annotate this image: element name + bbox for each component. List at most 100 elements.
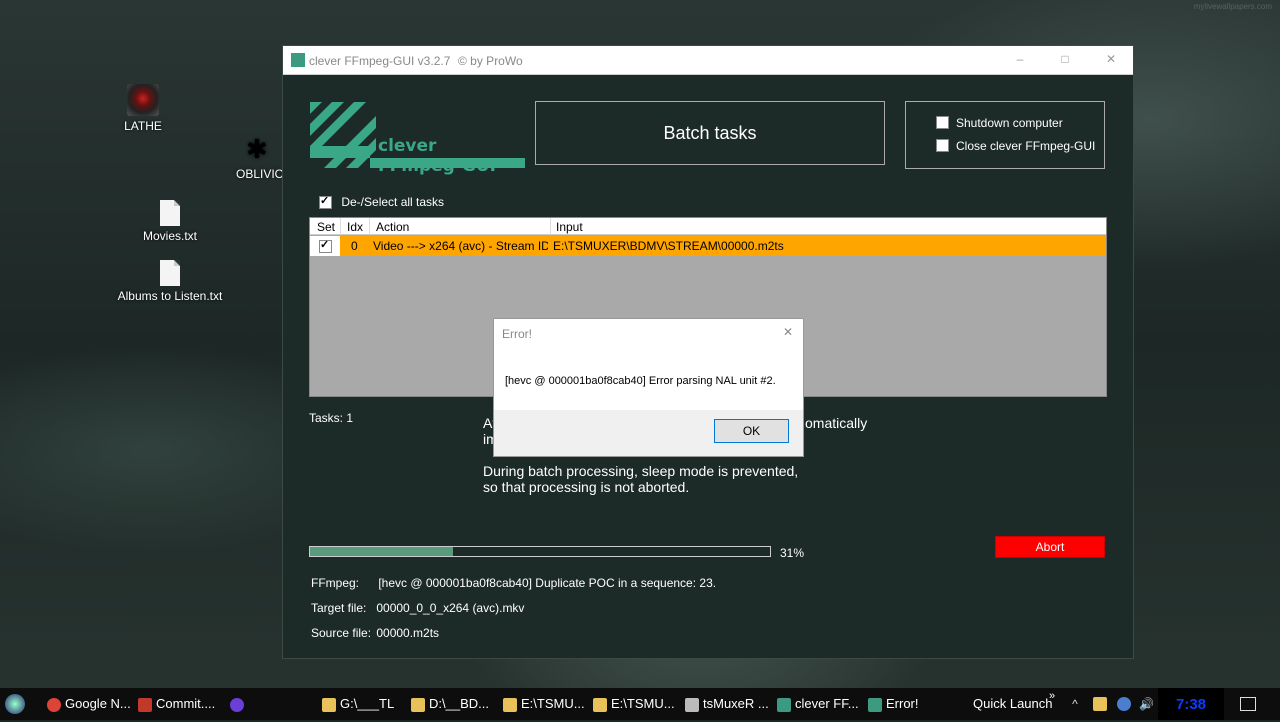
ok-button[interactable]: OK [714, 419, 789, 443]
taskbar-item[interactable]: clever FF... [777, 688, 859, 720]
close-app-checkbox[interactable] [936, 139, 949, 152]
row-action: Video ---> x264 (avc) - Stream ID 0... [373, 239, 548, 253]
dialog-footer: OK [494, 410, 803, 456]
ffmpeg-icon [868, 697, 882, 712]
ffmpeg-value: [hevc @ 000001ba0f8cab40] Duplicate POC … [378, 576, 717, 590]
chevron-up-icon[interactable]: ^ [1068, 697, 1082, 711]
notification-icon[interactable] [1240, 697, 1256, 711]
select-all-tasks[interactable]: De-/Select all tasks [319, 194, 445, 210]
taskbar-item[interactable]: E:\TSMU... [503, 688, 585, 720]
close-app-option[interactable]: Close clever FFmpeg-GUI [936, 139, 1095, 153]
shield-icon [230, 697, 244, 712]
taskbar-item[interactable]: Error! [868, 688, 919, 720]
row-checkbox[interactable] [319, 238, 332, 253]
source-value: 00000.m2ts [376, 626, 440, 640]
taskbar-item[interactable]: Google N... [47, 688, 131, 720]
tasks-label: Tasks: [309, 411, 344, 425]
app-logo: clever FFmpeg-GUI [310, 102, 525, 176]
taskbar-item-label: Google N... [65, 696, 131, 711]
app-icon [291, 53, 305, 67]
row-idx: 0 [351, 239, 358, 253]
start-button[interactable] [5, 694, 25, 714]
target-label: Target file: [311, 601, 367, 615]
table-row[interactable]: 0 Video ---> x264 (avc) - Stream ID 0...… [310, 236, 1106, 256]
tasks-value: 1 [346, 411, 354, 425]
target-value: 00000_0_0_x264 (avc).mkv [376, 601, 525, 615]
abort-button[interactable]: Abort [995, 536, 1105, 558]
taskbar-item-label: clever FF... [795, 696, 859, 711]
wallpaper-watermark: mylivewallpapers.com [1193, 2, 1272, 11]
gear-icon [685, 697, 699, 712]
folder-icon [411, 697, 425, 712]
ffmpeg-icon [777, 697, 791, 712]
task-table-header: Set Idx Action Input [310, 218, 1106, 235]
ffmpeg-status: FFmpeg: [hevc @ 000001ba0f8cab40] Duplic… [311, 576, 716, 590]
shutdown-label: Shutdown computer [956, 116, 1063, 130]
taskbar-item[interactable]: G:\___TL [322, 688, 394, 720]
folder-icon [593, 697, 607, 712]
logo-text: clever FFmpeg-GUI [378, 136, 496, 176]
select-all-label: De-/Select all tasks [341, 195, 445, 209]
taskbar-item[interactable]: tsMuxeR ... [685, 688, 769, 720]
row-set-cell[interactable] [310, 236, 340, 256]
progress-fill [310, 547, 453, 556]
tasks-count: Tasks: 1 [309, 411, 353, 425]
sleep-info-line-2: so that processing is not aborted. [483, 479, 690, 495]
taskbar-item-label: E:\TSMU... [611, 696, 675, 711]
taskbar-item-label: G:\___TL [340, 696, 395, 711]
network-icon[interactable] [1117, 697, 1131, 711]
source-file-status: Source file: 00000.m2ts [311, 626, 439, 640]
ffmpeg-label: FFmpeg: [311, 576, 360, 590]
options-panel: Shutdown computer Close clever FFmpeg-GU… [905, 101, 1105, 169]
error-dialog: Error! ✕ [hevc @ 000001ba0f8cab40] Error… [493, 318, 804, 457]
clock[interactable]: 7:38 [1158, 688, 1224, 720]
window-title: clever FFmpeg-GUI v3.2.7 [309, 54, 451, 68]
source-label: Source file: [311, 626, 372, 640]
lathe-icon [127, 84, 159, 116]
progress-bar [309, 546, 771, 557]
taskbar-item-label: Error! [886, 696, 919, 711]
sleep-info-line-1: During batch processing, sleep mode is p… [483, 463, 799, 479]
chrome-icon [47, 697, 61, 712]
taskbar-item-label: Commit.... [156, 696, 216, 711]
quick-launch-label[interactable]: Quick Launch [973, 688, 1053, 720]
spider-icon: ✱ [246, 134, 268, 164]
taskbar: Google N... Commit.... G:\___TL D:\__BD... E… [0, 688, 1280, 720]
dialog-close-button[interactable]: ✕ [783, 325, 793, 339]
select-all-checkbox[interactable] [319, 194, 332, 210]
taskbar-item[interactable]: Commit.... [138, 688, 215, 720]
taskbar-item[interactable]: E:\TSMU... [593, 688, 675, 720]
shutdown-checkbox[interactable] [936, 116, 949, 129]
volume-icon[interactable]: 🔊 [1139, 697, 1154, 711]
maximize-button[interactable]: □ [1055, 52, 1075, 66]
info-fragment: omatically [805, 415, 868, 431]
desktop-icon-albums[interactable]: Albums to Listen.txt [115, 260, 225, 303]
taskbar-item[interactable]: D:\__BD... [411, 688, 489, 720]
desktop-icon-label: LATHE [124, 119, 162, 133]
window-copyright: © by ProWo [458, 54, 523, 68]
progress-percent: 31% [780, 546, 805, 560]
dialog-title: Error! [502, 327, 532, 341]
minimize-button[interactable]: – [1010, 52, 1030, 66]
taskbar-item-label: E:\TSMU... [521, 696, 585, 711]
commit-icon [138, 697, 152, 712]
close-button[interactable]: ✕ [1101, 52, 1121, 66]
chevron-icon[interactable]: » [1049, 680, 1055, 712]
column-header-set[interactable]: Set [317, 220, 335, 234]
shutdown-option[interactable]: Shutdown computer [936, 116, 1063, 130]
dialog-message: [hevc @ 000001ba0f8cab40] Error parsing … [505, 375, 776, 387]
batch-tasks-header: Batch tasks [535, 101, 885, 165]
desktop-icon-lathe[interactable]: LATHE [88, 84, 198, 133]
folder-icon [503, 697, 517, 712]
text-file-icon [160, 200, 180, 226]
desktop-icon-movies[interactable]: Movies.txt [115, 200, 225, 243]
taskbar-item[interactable] [230, 688, 248, 720]
folder-tray-icon[interactable] [1093, 697, 1107, 711]
column-header-action[interactable]: Action [376, 220, 409, 234]
column-header-input[interactable]: Input [556, 220, 583, 234]
window-titlebar[interactable]: clever FFmpeg-GUI v3.2.7 © by ProWo – □ … [283, 46, 1133, 75]
column-header-idx[interactable]: Idx [347, 220, 363, 234]
desktop-icon-label: Albums to Listen.txt [117, 289, 223, 303]
text-file-icon [160, 260, 180, 286]
desktop-icon-label: Movies.txt [142, 229, 197, 243]
